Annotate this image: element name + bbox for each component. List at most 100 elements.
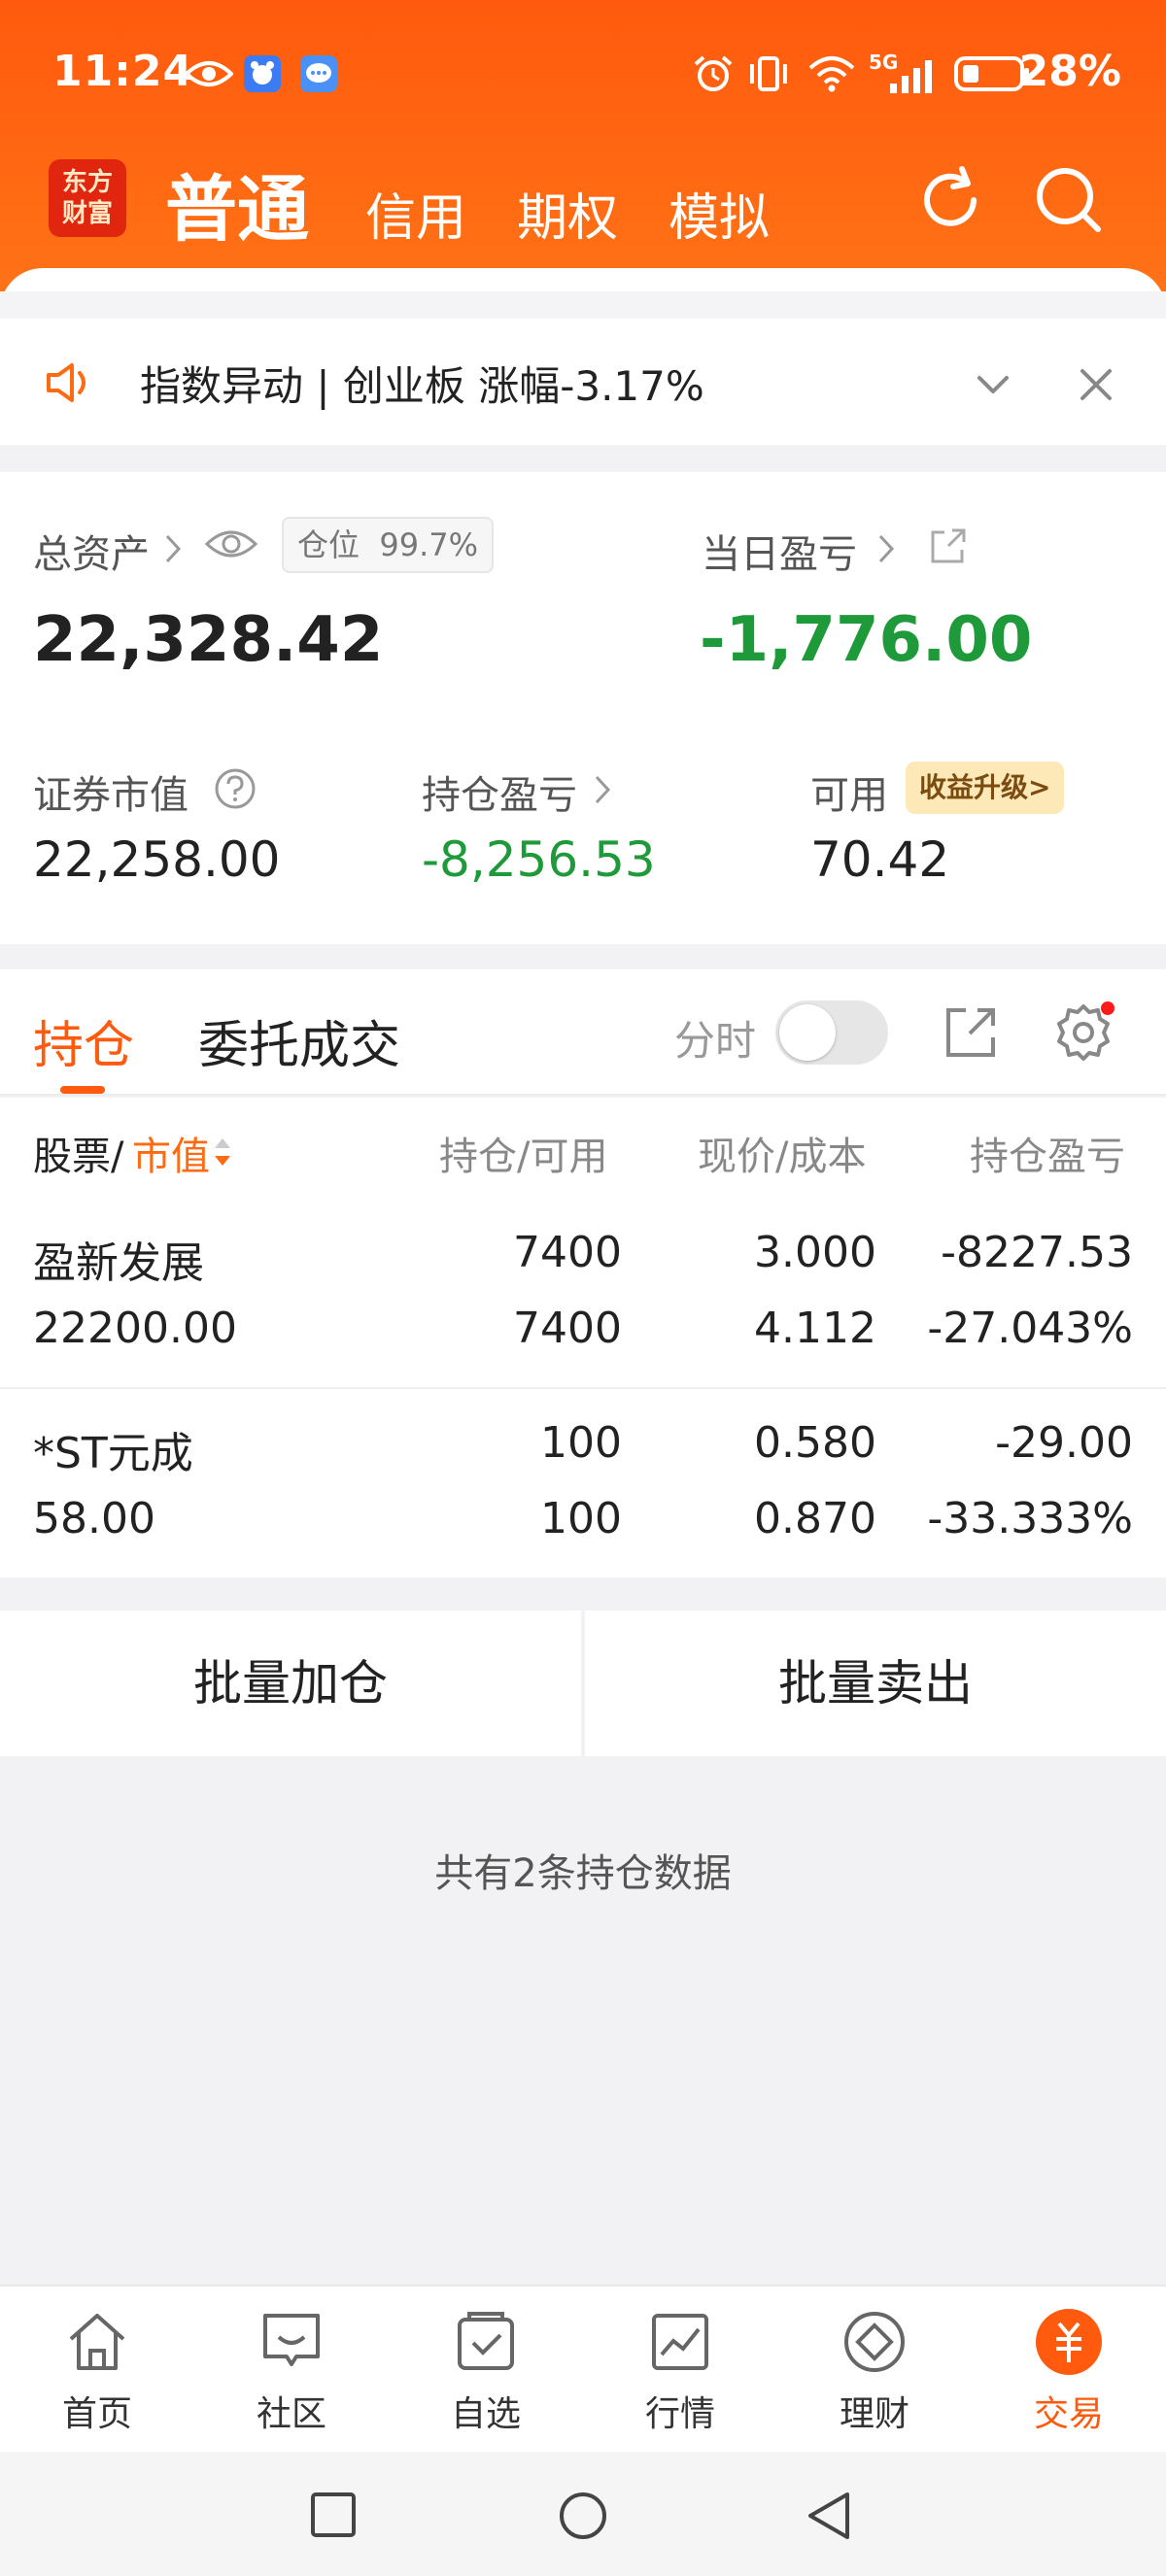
- market-value-value: 22,258.00: [33, 831, 281, 888]
- stock-name: 盈新发展: [33, 1238, 204, 1288]
- market-icon: [652, 2314, 708, 2370]
- stock-price: 0.580: [754, 1418, 876, 1468]
- stock-pnl-percent: -33.333%: [927, 1494, 1133, 1543]
- stock-position: 7400: [513, 1228, 622, 1277]
- brand-logo[interactable]: 东方 财富: [49, 159, 126, 237]
- holding-pnl-value: -8,256.53: [422, 831, 656, 888]
- vibrate-icon: [750, 56, 787, 91]
- wealth-icon: [844, 2312, 905, 2372]
- top-nav: 东方 财富 普通 信用 期权 模拟: [0, 146, 1166, 262]
- stock-price: 3.000: [754, 1228, 876, 1277]
- nav-wealth[interactable]: 理财: [806, 2308, 943, 2436]
- wifi-icon: [808, 56, 855, 92]
- nav-trade-label: 交易: [1033, 2394, 1104, 2434]
- yield-upgrade-badge[interactable]: 收益升级>: [906, 762, 1065, 814]
- stock-available: 7400: [513, 1304, 622, 1353]
- share-icon[interactable]: [927, 526, 968, 567]
- search-icon[interactable]: [1030, 161, 1108, 239]
- daily-pnl-label[interactable]: 当日盈亏: [702, 523, 857, 579]
- watchlist-icon: [458, 2312, 514, 2370]
- settings-gear-icon[interactable]: [1051, 1000, 1115, 1065]
- tab-credit[interactable]: 信用: [365, 177, 466, 250]
- export-icon[interactable]: [943, 1004, 999, 1061]
- stock-name: *ST元成: [33, 1429, 193, 1478]
- nav-home[interactable]: 首页: [29, 2308, 165, 2436]
- alarm-icon: [694, 55, 733, 91]
- message-notification-icon: [300, 55, 337, 92]
- battery-percent: 28%: [1018, 47, 1121, 96]
- total-assets-label[interactable]: 总资产: [33, 523, 150, 579]
- timeshare-toggle[interactable]: [775, 1000, 888, 1065]
- chevron-right-icon: [878, 534, 895, 563]
- chevron-right-icon: [595, 775, 611, 804]
- market-value-label: 证券市值: [33, 773, 189, 818]
- stock-cost: 4.112: [754, 1304, 876, 1353]
- nav-wealth-label: 理财: [839, 2394, 909, 2434]
- logo-text-line1: 东方: [61, 168, 113, 197]
- stock-pnl-percent: -27.043%: [927, 1304, 1133, 1353]
- signal-icon: 5G: [869, 51, 937, 93]
- refresh-icon[interactable]: [911, 161, 989, 239]
- header-position: 持仓/可用: [439, 1135, 608, 1179]
- logo-text-line2: 财富: [61, 199, 113, 228]
- stock-cost: 0.870: [754, 1494, 876, 1543]
- nav-watchlist[interactable]: 自选: [418, 2308, 554, 2436]
- trade-icon: [1036, 2309, 1102, 2375]
- sort-icon[interactable]: [212, 1135, 233, 1169]
- system-nav-bar: [0, 2452, 1166, 2576]
- home-circle-icon[interactable]: [558, 2491, 608, 2541]
- nav-market-label: 行情: [644, 2394, 715, 2434]
- position-label: 仓位: [297, 526, 360, 563]
- stock-market-value: 22200.00: [33, 1304, 237, 1353]
- chevron-right-icon: [165, 534, 182, 563]
- header-stock: 股票/: [33, 1135, 124, 1179]
- daily-pnl-value: -1,776.00: [700, 604, 1033, 676]
- holding-pnl-label[interactable]: 持仓盈亏: [422, 763, 577, 820]
- position-badge: 仓位 99.7%: [282, 517, 495, 573]
- tab-orders[interactable]: 委托成交: [198, 1004, 400, 1077]
- status-time: 11:24: [52, 47, 194, 96]
- home-icon: [69, 2314, 125, 2370]
- nav-watchlist-label: 自选: [450, 2394, 521, 2434]
- stock-available: 100: [540, 1494, 622, 1543]
- batch-add-button[interactable]: 批量加仓: [0, 1610, 581, 1756]
- nav-community[interactable]: 社区: [223, 2308, 360, 2436]
- stock-position: 100: [540, 1418, 622, 1468]
- toggle-knob: [779, 1004, 836, 1061]
- bottom-nav: 首页 社区 自选 行情 理财 交易: [0, 2285, 1166, 2452]
- close-icon[interactable]: [1077, 365, 1115, 404]
- tab-holdings[interactable]: 持仓: [33, 1004, 134, 1077]
- header-price-cost: 现价/成本: [698, 1135, 867, 1179]
- eye-icon: [185, 61, 233, 86]
- stock-pnl: -29.00: [995, 1418, 1133, 1468]
- holdings-count-note: 共有2条持仓数据: [434, 1851, 732, 1896]
- header-holding-pnl: 持仓盈亏: [970, 1135, 1125, 1179]
- nav-market[interactable]: 行情: [612, 2308, 748, 2436]
- recent-apps-icon[interactable]: [309, 2491, 358, 2539]
- tab-normal[interactable]: 普通: [165, 152, 309, 255]
- community-icon: [263, 2314, 320, 2366]
- divider: [0, 291, 1166, 319]
- position-value: 99.7%: [379, 526, 479, 563]
- nav-trade[interactable]: 交易: [1001, 2308, 1137, 2436]
- tab-active-indicator: [60, 1086, 105, 1094]
- stock-pnl: -8227.53: [941, 1228, 1133, 1277]
- available-value: 70.42: [810, 831, 950, 888]
- batch-sell-button[interactable]: 批量卖出: [585, 1610, 1166, 1756]
- notice-text[interactable]: 指数异动 | 创业板 涨幅-3.17%: [140, 354, 704, 413]
- app-notification-icon: [244, 55, 281, 92]
- tab-simulation[interactable]: 模拟: [669, 177, 770, 250]
- stock-market-value: 58.00: [33, 1494, 155, 1543]
- back-icon[interactable]: [805, 2491, 853, 2541]
- total-assets-value: 22,328.42: [33, 604, 384, 676]
- tab-options[interactable]: 期权: [517, 177, 618, 250]
- status-bar: 11:24 5G 28%: [0, 0, 1166, 146]
- available-label: 可用: [810, 773, 888, 818]
- chevron-down-icon[interactable]: [974, 365, 1012, 404]
- header-market-value-sort[interactable]: 市值: [132, 1125, 210, 1181]
- nav-home-label: 首页: [61, 2394, 132, 2434]
- timeshare-label: 分时: [674, 1017, 757, 1065]
- visibility-eye-icon[interactable]: [204, 525, 258, 563]
- help-icon[interactable]: [214, 767, 257, 810]
- nav-community-label: 社区: [256, 2394, 326, 2434]
